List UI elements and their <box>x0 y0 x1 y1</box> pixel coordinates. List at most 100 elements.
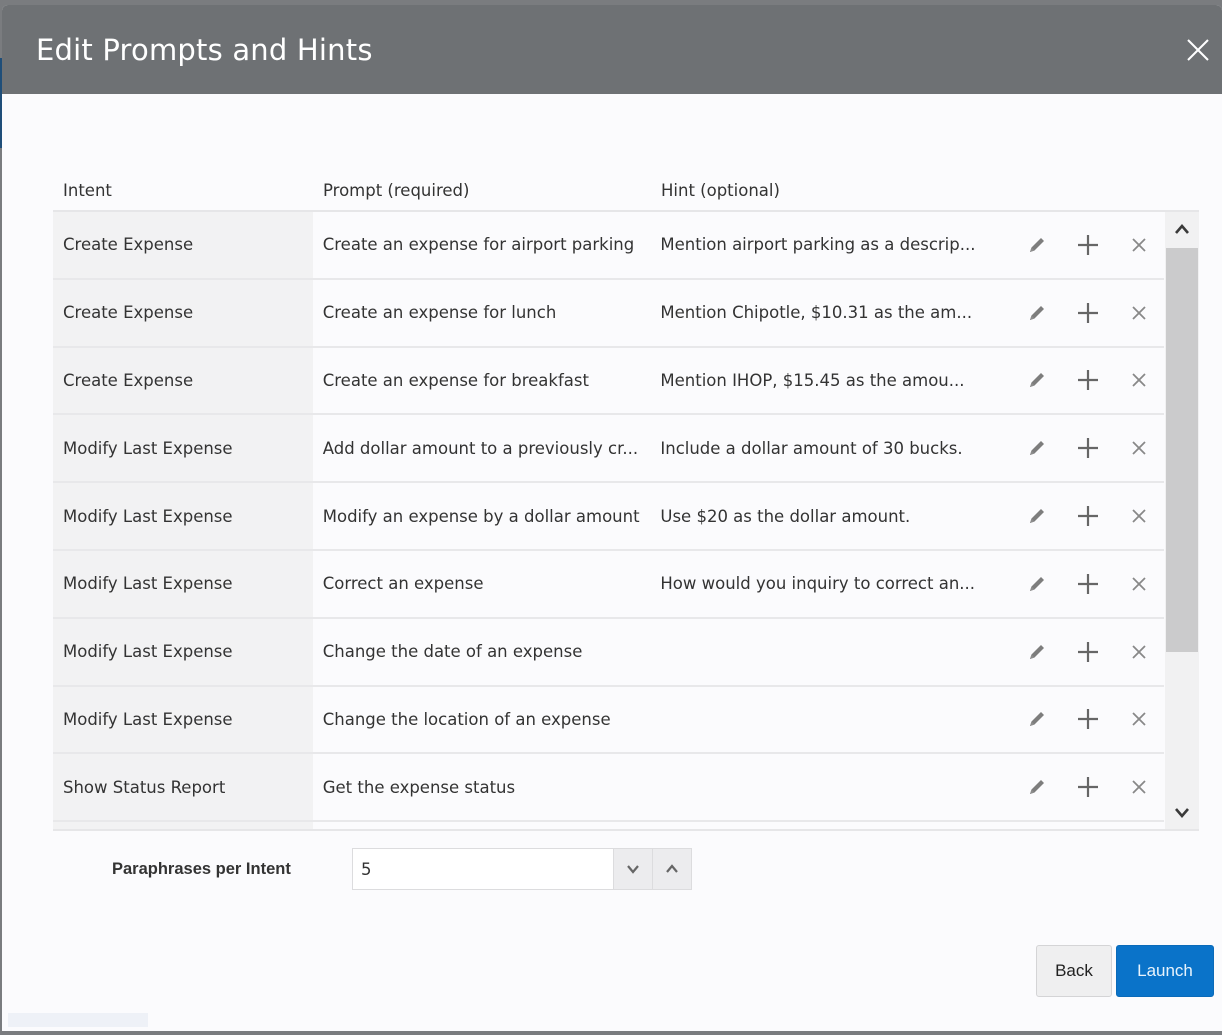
delete-button[interactable] <box>1113 230 1164 260</box>
intent-cell: Modify Last Expense <box>53 415 313 482</box>
delete-button[interactable] <box>1113 298 1164 328</box>
table-row[interactable] <box>53 822 1164 829</box>
add-button[interactable] <box>1062 772 1113 802</box>
table-body: Create Expense Create an expense for air… <box>53 212 1199 831</box>
paraphrases-row: Paraphrases per Intent <box>112 848 692 890</box>
prompt-cell: Create an expense for airport parking <box>322 235 635 255</box>
intent-cell: Show Status Report <box>53 754 313 821</box>
delete-button[interactable] <box>1113 704 1164 734</box>
row-actions <box>1001 569 1164 599</box>
edit-icon <box>1029 509 1044 524</box>
table-row[interactable]: Create Expense Create an expense for lun… <box>53 279 1164 348</box>
intent-text: Create Expense <box>63 370 194 390</box>
table-row[interactable]: Create Expense Create an expense for bre… <box>53 347 1164 416</box>
prompts-table: Intent Prompt (required) Hint (optional)… <box>53 170 1199 831</box>
table-row[interactable]: Modify Last Expense Modify an expense by… <box>53 483 1164 551</box>
row-actions <box>1001 433 1164 463</box>
delete-button[interactable] <box>1113 569 1164 599</box>
close-button[interactable] <box>1182 34 1214 66</box>
intent-cell: Create Expense <box>53 279 313 346</box>
add-icon <box>1077 506 1098 527</box>
vertical-scrollbar[interactable] <box>1165 212 1199 829</box>
delete-icon <box>1131 238 1146 252</box>
add-button[interactable] <box>1062 569 1113 599</box>
edit-button[interactable] <box>1011 501 1062 531</box>
back-button[interactable]: Back <box>1036 945 1112 997</box>
edit-button[interactable] <box>1011 433 1062 463</box>
delete-icon <box>1131 577 1146 591</box>
background-app-fragment <box>8 1013 148 1027</box>
prompt-cell: Add dollar amount to a previously cr... <box>322 438 639 458</box>
prompt-cell: Change the date of an expense <box>322 642 583 662</box>
prompt-cell: Get the expense status <box>322 777 516 797</box>
prompt-cell: Modify an expense by a dollar amount <box>322 506 640 526</box>
add-button[interactable] <box>1062 298 1113 328</box>
edit-button[interactable] <box>1011 569 1062 599</box>
edit-button[interactable] <box>1011 365 1062 395</box>
add-icon <box>1077 438 1098 459</box>
dialog-title: Edit Prompts and Hints <box>36 32 373 67</box>
add-icon <box>1077 777 1098 798</box>
paraphrases-stepper <box>352 848 692 890</box>
delete-icon <box>1131 645 1146 659</box>
table-header: Intent Prompt (required) Hint (optional) <box>53 170 1199 212</box>
delete-button[interactable] <box>1113 772 1164 802</box>
launch-button[interactable]: Launch <box>1116 945 1214 997</box>
delete-icon <box>1131 780 1146 794</box>
hint-cell: How would you inquiry to correct an... <box>660 574 976 594</box>
edit-button[interactable] <box>1011 772 1062 802</box>
delete-button[interactable] <box>1113 433 1164 463</box>
delete-button[interactable] <box>1113 501 1164 531</box>
intent-text: Create Expense <box>63 303 194 323</box>
edit-button[interactable] <box>1011 298 1062 328</box>
hint-cell: Mention IHOP, $15.45 as the amou... <box>660 370 965 390</box>
table-row[interactable]: Modify Last Expense Change the date of a… <box>53 618 1164 687</box>
prompt-cell: Create an expense for breakfast <box>322 370 589 390</box>
add-button[interactable] <box>1062 230 1113 260</box>
delete-icon <box>1131 712 1146 727</box>
edit-button[interactable] <box>1011 637 1062 667</box>
intent-cell <box>53 822 313 829</box>
delete-button[interactable] <box>1113 365 1164 395</box>
delete-icon <box>1131 373 1146 388</box>
scroll-up-button[interactable] <box>1165 212 1199 246</box>
hint-cell: Mention airport parking as a descrip... <box>660 235 976 255</box>
add-icon <box>1077 234 1098 255</box>
add-icon <box>1077 573 1098 594</box>
edit-button[interactable] <box>1011 230 1062 260</box>
table-row[interactable]: Modify Last Expense Add dollar amount to… <box>53 415 1164 484</box>
hint-cell: Use $20 as the dollar amount. <box>660 506 911 526</box>
intent-text: Show Status Report <box>63 777 226 797</box>
table-row[interactable]: Modify Last Expense Change the location … <box>53 686 1164 755</box>
row-actions <box>1001 704 1164 734</box>
prompt-cell: Create an expense for lunch <box>322 303 557 323</box>
intent-text: Modify Last Expense <box>63 709 233 729</box>
add-button[interactable] <box>1062 433 1113 463</box>
column-header-hint: Hint (optional) <box>661 180 780 200</box>
table-row[interactable]: Show Status Report Get the expense statu… <box>53 754 1164 823</box>
scroll-down-button[interactable] <box>1165 795 1199 829</box>
intent-cell: Modify Last Expense <box>53 550 313 617</box>
increment-button[interactable] <box>652 849 691 889</box>
table-row[interactable]: Modify Last Expense Correct an expense H… <box>53 550 1164 619</box>
hint-cell: Mention Chipotle, $10.31 as the am... <box>660 303 973 323</box>
intent-text: Modify Last Expense <box>63 438 233 458</box>
prompt-cell: Change the location of an expense <box>322 709 611 729</box>
row-actions <box>1001 637 1164 667</box>
decrement-button[interactable] <box>613 849 652 889</box>
add-button[interactable] <box>1062 365 1113 395</box>
delete-icon <box>1131 509 1146 523</box>
intent-cell: Create Expense <box>53 212 313 278</box>
paraphrases-input[interactable] <box>353 849 613 889</box>
add-button[interactable] <box>1062 704 1113 734</box>
table-row[interactable]: Create Expense Create an expense for air… <box>53 212 1164 280</box>
add-button[interactable] <box>1062 501 1113 531</box>
delete-button[interactable] <box>1113 637 1164 667</box>
intent-text: Create Expense <box>63 235 194 255</box>
dialog-header: Edit Prompts and Hints <box>2 5 1222 94</box>
column-header-prompt: Prompt (required) <box>323 180 470 200</box>
scroll-thumb[interactable] <box>1166 248 1198 652</box>
add-button[interactable] <box>1062 637 1113 667</box>
edit-button[interactable] <box>1011 704 1062 734</box>
add-icon <box>1077 709 1098 730</box>
